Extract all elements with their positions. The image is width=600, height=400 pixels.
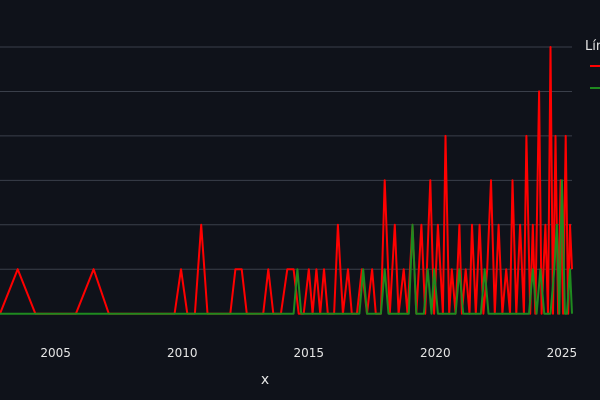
series-line-2	[0, 179, 573, 315]
x-axis-ticks: 2005 2010 2015 2020 2025	[40, 346, 577, 360]
legend-title: Lín	[585, 39, 600, 54]
x-axis-label: x	[261, 372, 269, 388]
x-tick-label: 2020	[420, 346, 451, 360]
x-tick-label: 2005	[40, 346, 71, 360]
legend	[590, 65, 600, 89]
x-tick-label: 2025	[547, 346, 578, 360]
x-tick-label: 2015	[294, 346, 325, 360]
line-chart: 2005 2010 2015 2020 2025 x Lín	[0, 39, 600, 388]
gridlines	[0, 46, 572, 270]
x-tick-label: 2010	[167, 346, 198, 360]
